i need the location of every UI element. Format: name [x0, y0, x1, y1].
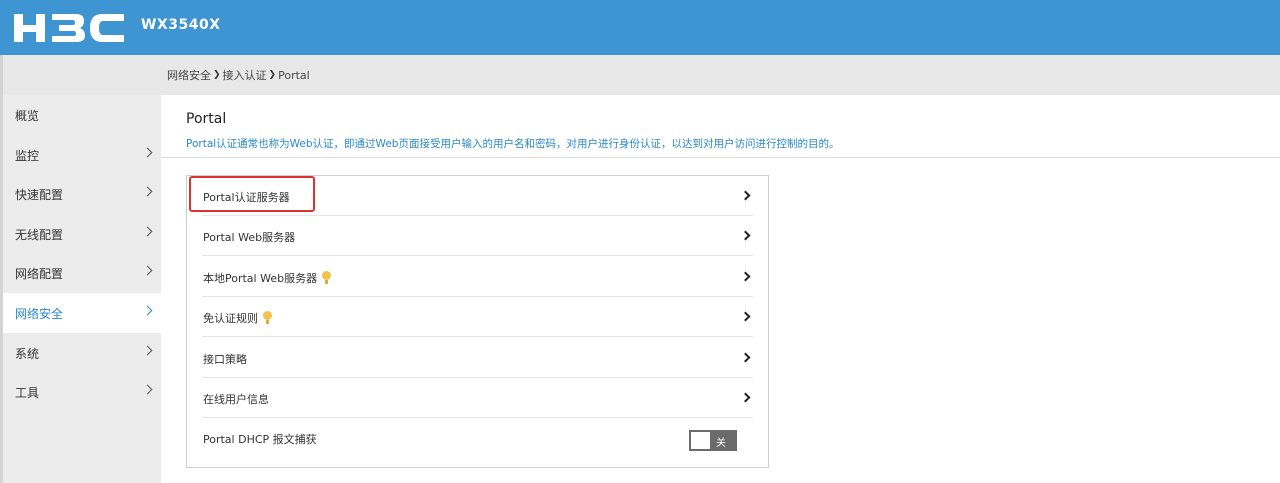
sidebar-item-overview[interactable]: 概览	[3, 95, 161, 135]
chevron-right-icon[interactable]	[740, 352, 751, 363]
breadcrumb-item-access-auth[interactable]: 接入认证	[223, 67, 267, 83]
chevron-right-icon[interactable]	[740, 271, 751, 282]
top-header: WX3540X	[0, 0, 1280, 55]
device-model: WX3540X	[141, 17, 221, 33]
chevron-right-icon[interactable]	[740, 190, 751, 201]
row-portal-dhcp-capture: Portal DHCP 报文捕获	[202, 419, 753, 459]
breadcrumb: 网络安全 ❯ 接入认证 ❯ Portal	[167, 67, 310, 83]
dhcp-capture-toggle[interactable]: 关	[689, 430, 737, 451]
lightbulb-icon[interactable]	[263, 311, 272, 325]
chevron-right-icon	[142, 345, 153, 356]
chevron-right-icon[interactable]	[740, 392, 751, 403]
sidebar-item-label: 网络配置	[15, 267, 64, 281]
row-portal-web-server[interactable]: Portal Web服务器	[202, 216, 753, 256]
row-label: 本地Portal Web服务器	[203, 270, 332, 286]
sidebar-item-quick-config[interactable]: 快速配置	[3, 174, 161, 214]
sidebar-item-wireless-config[interactable]: 无线配置	[3, 214, 161, 254]
toggle-state-label: 关	[716, 438, 726, 449]
chevron-right-icon: ❯	[213, 70, 221, 80]
chevron-right-icon[interactable]	[740, 230, 751, 241]
sidebar-item-label: 系统	[15, 347, 40, 361]
row-auth-free-rules[interactable]: 免认证规则	[202, 297, 753, 337]
chevron-right-icon	[142, 186, 153, 197]
chevron-right-icon	[142, 305, 153, 316]
sidebar-item-tools[interactable]: 工具	[3, 372, 161, 412]
sidebar-item-label: 监控	[15, 149, 40, 163]
chevron-right-icon: ❯	[268, 70, 277, 80]
divider	[161, 157, 1280, 158]
row-label: 接口策略	[203, 353, 247, 366]
sidebar-item-label: 概览	[15, 109, 40, 123]
chevron-right-icon[interactable]	[740, 311, 751, 322]
sidebar-item-system[interactable]: 系统	[3, 333, 161, 373]
sidebar-item-network-security[interactable]: 网络安全	[3, 293, 161, 333]
row-label: 免认证规则	[203, 310, 272, 326]
row-portal-auth-server[interactable]: Portal认证服务器	[202, 176, 753, 216]
sidebar-item-label: 网络安全	[15, 307, 64, 321]
row-label: Portal Web服务器	[203, 231, 296, 244]
toggle-knob	[691, 432, 710, 449]
sidebar-item-network-config[interactable]: 网络配置	[3, 253, 161, 293]
row-label: Portal认证服务器	[203, 191, 290, 204]
chevron-right-icon	[142, 147, 153, 158]
row-local-portal-web-server[interactable]: 本地Portal Web服务器	[202, 257, 753, 297]
h3c-logo	[14, 14, 124, 42]
page-description: Portal认证通常也称为Web认证，即通过Web页面接受用户输入的用户名和密码…	[186, 138, 840, 150]
page-title: Portal	[186, 111, 227, 127]
portal-settings-panel: Portal认证服务器 Portal Web服务器 本地Portal Web服务…	[186, 175, 769, 468]
chevron-right-icon	[142, 226, 153, 237]
chevron-right-icon	[142, 384, 153, 395]
sidebar: 概览 监控 快速配置 无线配置 网络配置 网络安全 系统 工具	[3, 95, 161, 483]
sidebar-item-monitor[interactable]: 监控	[3, 135, 161, 175]
lightbulb-icon[interactable]	[322, 271, 332, 285]
row-online-user-info[interactable]: 在线用户信息	[202, 378, 753, 418]
row-interface-policy[interactable]: 接口策略	[202, 338, 753, 378]
row-label: 在线用户信息	[203, 393, 269, 406]
breadcrumb-item-network-security[interactable]: 网络安全	[167, 67, 211, 83]
sidebar-item-label: 快速配置	[15, 188, 64, 202]
row-label: Portal DHCP 报文捕获	[203, 433, 317, 446]
chevron-right-icon	[142, 265, 153, 276]
sidebar-item-label: 工具	[15, 386, 40, 400]
sidebar-item-label: 无线配置	[15, 228, 64, 242]
breadcrumb-item-portal: Portal	[278, 68, 310, 82]
